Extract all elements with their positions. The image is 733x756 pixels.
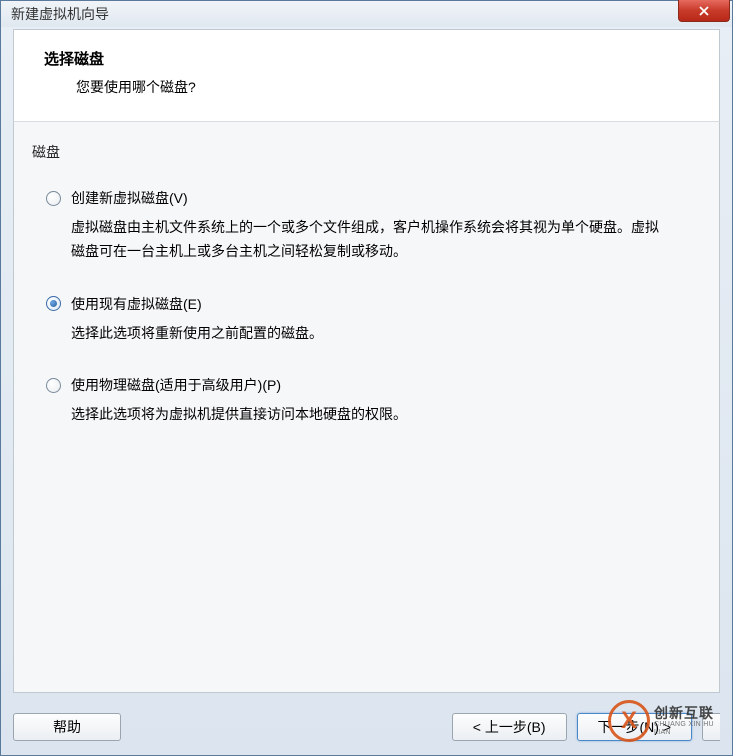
next-button[interactable]: 下一步(N) > bbox=[577, 713, 693, 741]
radio-create-new-disk[interactable]: 创建新虚拟磁盘(V) bbox=[46, 188, 701, 208]
page-subtitle: 您要使用哪个磁盘? bbox=[76, 77, 689, 97]
radio-option-use-existing: 使用现有虚拟磁盘(E) 选择此选项将重新使用之前配置的磁盘。 bbox=[32, 294, 701, 346]
radio-description: 选择此选项将为虚拟机提供直接访问本地硬盘的权限。 bbox=[71, 403, 671, 427]
radio-description: 虚拟磁盘由主机文件系统上的一个或多个文件组成，客户机操作系统会将其视为单个硬盘。… bbox=[71, 216, 671, 264]
page-title: 选择磁盘 bbox=[44, 48, 689, 69]
radio-option-create-new: 创建新虚拟磁盘(V) 虚拟磁盘由主机文件系统上的一个或多个文件组成，客户机操作系… bbox=[32, 188, 701, 264]
radio-use-physical-disk[interactable]: 使用物理磁盘(适用于高级用户)(P) bbox=[46, 375, 701, 395]
radio-icon bbox=[46, 296, 61, 311]
radio-use-existing-disk[interactable]: 使用现有虚拟磁盘(E) bbox=[46, 294, 701, 314]
radio-label: 创建新虚拟磁盘(V) bbox=[71, 188, 188, 208]
wizard-window: 新建虚拟机向导 选择磁盘 您要使用哪个磁盘? 磁盘 创建新虚拟磁盘(V) 虚拟磁… bbox=[0, 0, 733, 756]
radio-icon bbox=[46, 378, 61, 393]
close-button[interactable] bbox=[678, 0, 730, 22]
window-title: 新建虚拟机向导 bbox=[11, 4, 109, 24]
back-button[interactable]: < 上一步(B) bbox=[452, 713, 567, 741]
radio-icon bbox=[46, 191, 61, 206]
close-icon bbox=[698, 5, 710, 17]
radio-label: 使用物理磁盘(适用于高级用户)(P) bbox=[71, 375, 281, 395]
radio-label: 使用现有虚拟磁盘(E) bbox=[71, 294, 202, 314]
radio-option-use-physical: 使用物理磁盘(适用于高级用户)(P) 选择此选项将为虚拟机提供直接访问本地硬盘的… bbox=[32, 375, 701, 427]
cancel-button-partial[interactable] bbox=[702, 713, 720, 741]
help-button[interactable]: 帮助 bbox=[13, 713, 121, 741]
wizard-footer: 帮助 < 上一步(B) 下一步(N) > bbox=[13, 713, 720, 741]
nav-buttons: < 上一步(B) 下一步(N) > bbox=[452, 713, 720, 741]
wizard-header: 选择磁盘 您要使用哪个磁盘? bbox=[13, 29, 720, 121]
radio-description: 选择此选项将重新使用之前配置的磁盘。 bbox=[71, 322, 671, 346]
group-label: 磁盘 bbox=[32, 142, 701, 162]
titlebar: 新建虚拟机向导 bbox=[1, 1, 732, 27]
wizard-content: 磁盘 创建新虚拟磁盘(V) 虚拟磁盘由主机文件系统上的一个或多个文件组成，客户机… bbox=[13, 121, 720, 693]
